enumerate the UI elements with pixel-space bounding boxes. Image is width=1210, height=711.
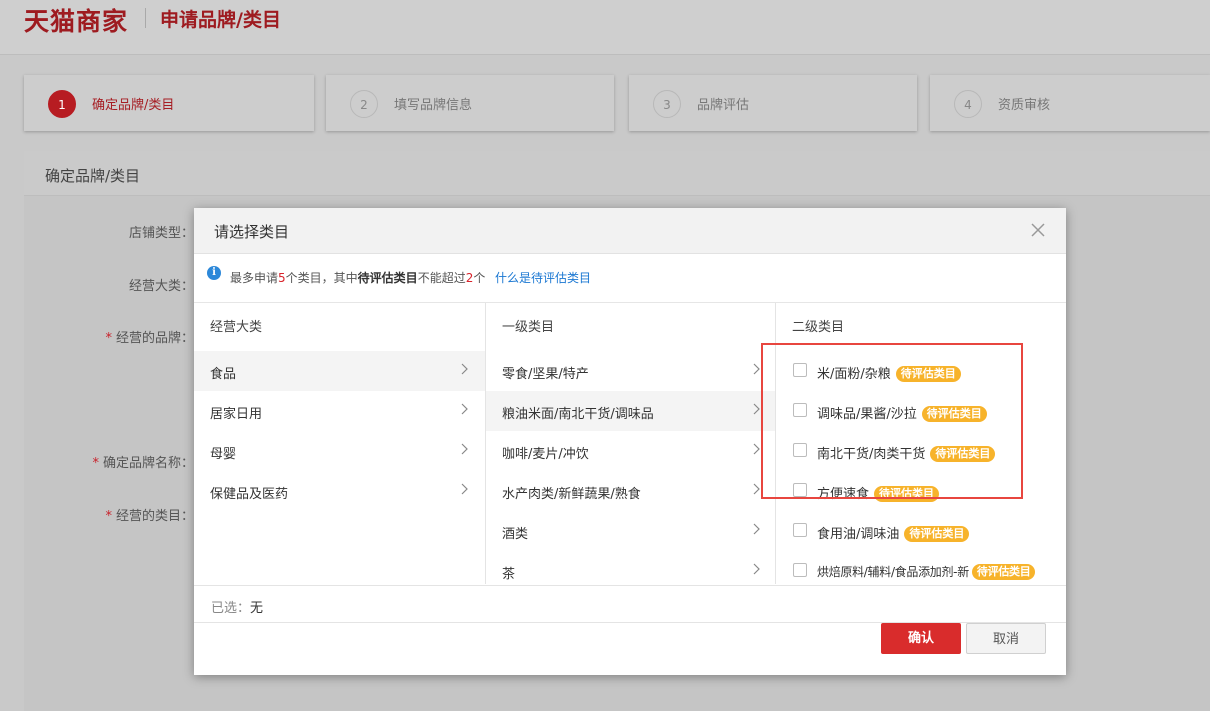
category-label: * 经营的类目： bbox=[105, 509, 194, 524]
step-number: 2 bbox=[350, 90, 378, 118]
notice-bar: i 最多申请5个类目，其中待评估类目不能超过2个 什么是待评估类目 bbox=[194, 254, 1066, 303]
level2-category-item[interactable]: 食用油/调味油 待评估类目 bbox=[776, 511, 1066, 551]
level2-category-item[interactable]: 方便速食 待评估类目 bbox=[776, 471, 1066, 511]
category-dialog: 请选择类目 i 最多申请5个类目，其中待评估类目不能超过2个 什么是待评估类目 … bbox=[194, 208, 1066, 675]
main-category-item[interactable]: 居家日用 bbox=[194, 391, 485, 431]
cancel-button[interactable]: 取消 bbox=[966, 623, 1046, 654]
chevron-right-icon bbox=[461, 483, 468, 495]
column-header: 二级类目 bbox=[792, 320, 845, 335]
step-label: 填写品牌信息 bbox=[394, 98, 473, 113]
pending-badge: 待评估类目 bbox=[874, 486, 940, 502]
column-header: 经营大类 bbox=[210, 320, 263, 335]
level1-category-column: 一级类目 零食/坚果/特产 粮油米面/南北干货/调味品 咖啡/麦片/冲饮 水产肉… bbox=[486, 303, 775, 584]
close-icon[interactable] bbox=[1028, 220, 1048, 240]
confirm-button[interactable]: 确认 bbox=[881, 623, 961, 654]
level1-category-item[interactable]: 零食/坚果/特产 bbox=[486, 351, 775, 391]
info-icon: i bbox=[207, 266, 221, 280]
chevron-right-icon bbox=[461, 403, 468, 415]
main-category-label: 经营大类： bbox=[128, 279, 194, 294]
level2-category-item[interactable]: 米/面粉/杂粮 待评估类目 bbox=[776, 351, 1066, 391]
step-4: 4 资质审核 bbox=[930, 75, 1210, 131]
progress-steps: 1 确定品牌/类目 2 填写品牌信息 3 品牌评估 4 资质审核 bbox=[24, 75, 1210, 131]
step-number: 1 bbox=[48, 90, 76, 118]
brand-name-label: * 确定品牌名称： bbox=[92, 456, 194, 471]
header-divider bbox=[145, 8, 146, 28]
selected-summary: 已选：无 bbox=[194, 585, 1066, 623]
pending-badge: 待评估类目 bbox=[895, 366, 961, 382]
selected-value: 无 bbox=[250, 601, 264, 616]
category-checkbox[interactable] bbox=[793, 443, 807, 457]
pending-badge: 待评估类目 bbox=[930, 446, 996, 462]
top-bar: 天猫商家 申请品牌/类目 bbox=[0, 0, 1210, 55]
step-3: 3 品牌评估 bbox=[629, 75, 917, 131]
category-checkbox[interactable] bbox=[793, 523, 807, 537]
level1-category-item[interactable]: 水产肉类/新鲜蔬果/熟食 bbox=[486, 471, 775, 511]
chevron-right-icon bbox=[461, 363, 468, 375]
level1-category-item[interactable]: 咖啡/麦片/冲饮 bbox=[486, 431, 775, 471]
category-checkbox[interactable] bbox=[793, 363, 807, 377]
level2-category-item[interactable]: 南北干货/肉类干货 待评估类目 bbox=[776, 431, 1066, 471]
step-2: 2 填写品牌信息 bbox=[326, 75, 614, 131]
panel-title: 确定品牌/类目 bbox=[45, 167, 141, 185]
category-checkbox[interactable] bbox=[793, 483, 807, 497]
pending-badge: 待评估类目 bbox=[971, 564, 1036, 580]
selected-label: 已选：无 bbox=[211, 601, 264, 616]
step-number: 3 bbox=[653, 90, 681, 118]
what-is-pending-link[interactable]: 什么是待评估类目 bbox=[495, 269, 591, 286]
chevron-right-icon bbox=[753, 363, 760, 375]
level1-category-item[interactable]: 酒类 bbox=[486, 511, 775, 551]
main-category-item[interactable]: 保健品及医药 bbox=[194, 471, 485, 511]
level2-category-column: 二级类目 米/面粉/杂粮 待评估类目 调味品/果酱/沙拉 待评估类目 南北干货/肉类… bbox=[776, 303, 1066, 584]
pending-badge: 待评估类目 bbox=[904, 526, 970, 542]
panel-header: 确定品牌/类目 bbox=[24, 151, 1210, 196]
store-type-label: 店铺类型： bbox=[128, 226, 194, 241]
chevron-right-icon bbox=[753, 483, 760, 495]
brand-label: * 经营的品牌： bbox=[105, 331, 194, 346]
step-label: 品牌评估 bbox=[697, 98, 750, 113]
step-1: 1 确定品牌/类目 bbox=[24, 75, 314, 131]
notice-text: 最多申请5个类目，其中待评估类目不能超过2个 bbox=[230, 271, 486, 285]
step-label: 资质审核 bbox=[998, 98, 1051, 113]
column-header: 一级类目 bbox=[502, 320, 555, 335]
step-label: 确定品牌/类目 bbox=[92, 98, 175, 113]
step-number: 4 bbox=[954, 90, 982, 118]
dialog-title: 请选择类目 bbox=[214, 223, 290, 241]
main-category-item[interactable]: 母婴 bbox=[194, 431, 485, 471]
main-category-column: 经营大类 食品 居家日用 母婴 保健品及医药 bbox=[194, 303, 485, 584]
category-checkbox[interactable] bbox=[793, 563, 807, 577]
chevron-right-icon bbox=[753, 403, 760, 415]
chevron-right-icon bbox=[753, 443, 760, 455]
chevron-right-icon bbox=[461, 443, 468, 455]
category-checkbox[interactable] bbox=[793, 403, 807, 417]
level1-category-item[interactable]: 粮油米面/南北干货/调味品 bbox=[486, 391, 775, 431]
page-title: 申请品牌/类目 bbox=[160, 9, 281, 31]
pending-badge: 待评估类目 bbox=[921, 406, 987, 422]
chevron-right-icon bbox=[753, 563, 760, 575]
chevron-right-icon bbox=[753, 523, 760, 535]
level2-category-item[interactable]: 调味品/果酱/沙拉 待评估类目 bbox=[776, 391, 1066, 431]
tmall-logo[interactable]: 天猫商家 bbox=[24, 2, 128, 38]
main-category-item[interactable]: 食品 bbox=[194, 351, 485, 391]
dialog-header: 请选择类目 bbox=[194, 208, 1066, 254]
